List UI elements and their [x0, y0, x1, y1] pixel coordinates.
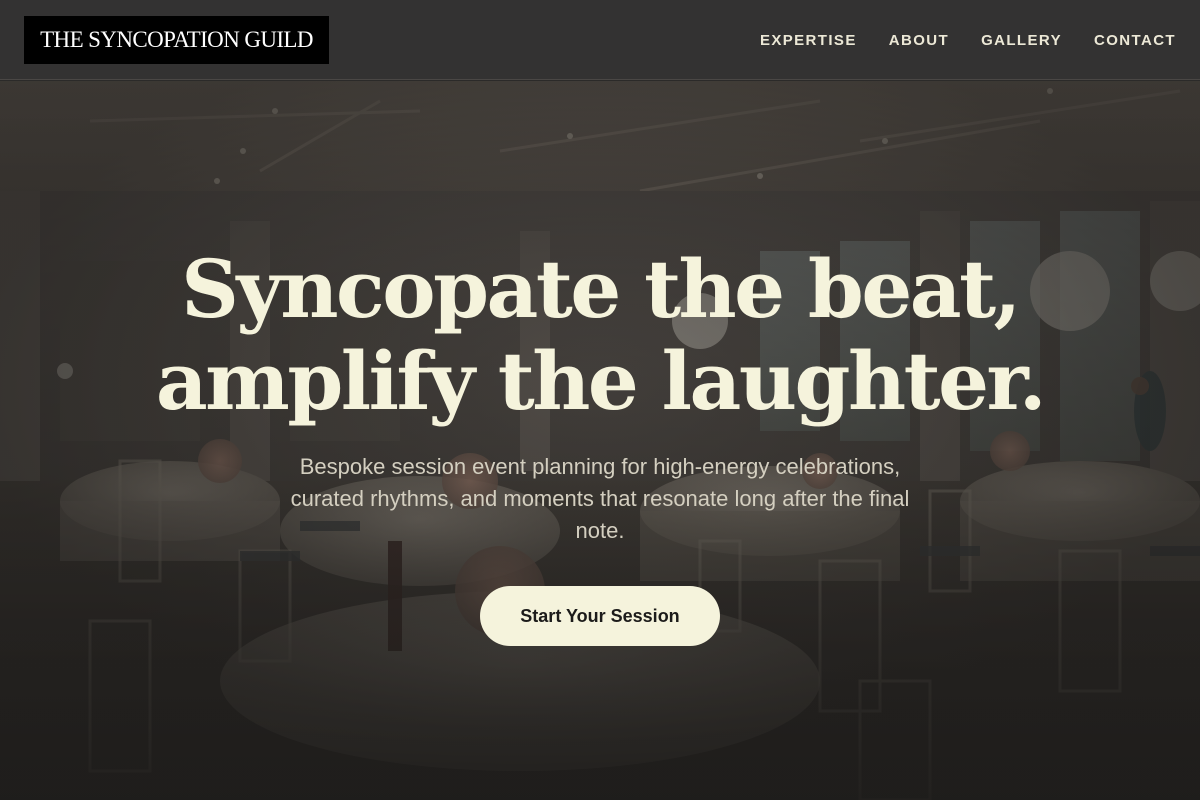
nav-link-contact[interactable]: CONTACT — [1094, 33, 1176, 48]
site-logo[interactable]: THE SYNCOPATION GUILD — [24, 16, 329, 64]
nav-link-about[interactable]: ABOUT — [889, 33, 949, 48]
hero-section — [0, 81, 1200, 800]
hero-title-line-1: Syncopate the beat, — [181, 242, 1021, 336]
start-session-button[interactable]: Start Your Session — [480, 586, 720, 646]
site-header: THE SYNCOPATION GUILD EXPERTISE ABOUT GA… — [0, 0, 1200, 80]
hero-title: Syncopate the beat, amplify the laughter… — [0, 243, 1200, 427]
hero-subtitle: Bespoke session event planning for high-… — [290, 454, 910, 543]
hero-dark-overlay — [0, 81, 1200, 800]
nav-link-expertise[interactable]: EXPERTISE — [760, 33, 857, 48]
hero-title-line-2: amplify the laughter. — [155, 334, 1047, 428]
main-nav: EXPERTISE ABOUT GALLERY CONTACT — [760, 0, 1176, 80]
nav-link-gallery[interactable]: GALLERY — [981, 33, 1062, 48]
